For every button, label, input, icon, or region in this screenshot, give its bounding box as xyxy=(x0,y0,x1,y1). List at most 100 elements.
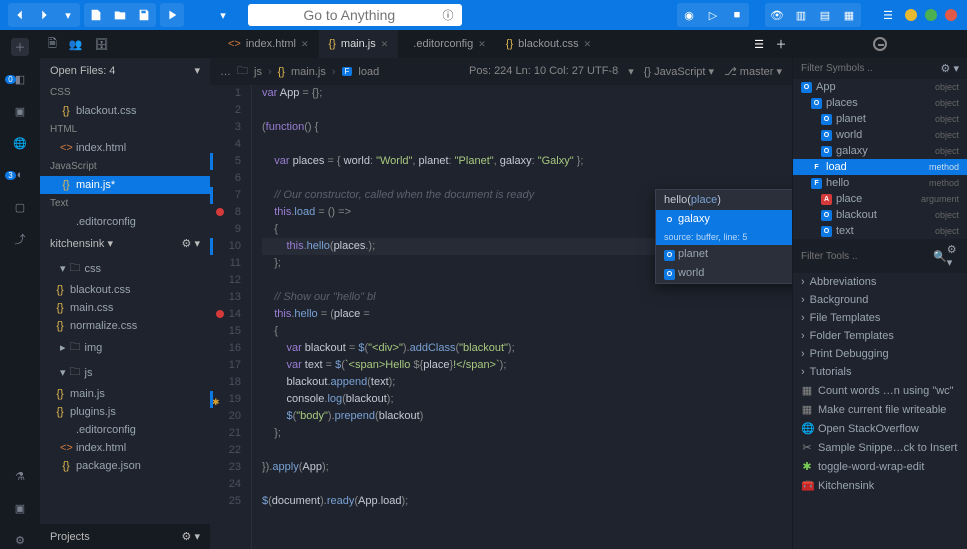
tool-category[interactable]: ›Abbreviations xyxy=(793,273,967,291)
file-item[interactable]: {}normalize.css xyxy=(40,317,210,335)
line-number[interactable]: 23 xyxy=(210,459,241,476)
line-number[interactable]: 10 xyxy=(210,238,241,255)
code-line[interactable]: }; xyxy=(262,425,792,442)
tool-category[interactable]: ›Print Debugging xyxy=(793,345,967,363)
tool-item[interactable]: ▦Count words …n using "wc" xyxy=(793,381,967,400)
lang-status[interactable]: {} JavaScript ▾ xyxy=(644,65,714,78)
line-number[interactable]: 20 xyxy=(210,408,241,425)
code-line[interactable]: blackout.append(text); xyxy=(262,374,792,391)
file-item[interactable]: {}plugins.js xyxy=(40,403,210,421)
line-number[interactable]: 8 xyxy=(210,204,241,221)
code-line[interactable] xyxy=(262,102,792,119)
crumb-symbol[interactable]: load xyxy=(358,66,379,78)
line-number[interactable]: ▏5 xyxy=(210,153,241,170)
close-tab-icon[interactable]: ✕ xyxy=(478,39,486,50)
play-button[interactable] xyxy=(161,4,183,26)
completion-item[interactable]: O planetobject xyxy=(656,245,792,264)
code-line[interactable]: var App = {}; xyxy=(262,85,792,102)
completion-item[interactable]: O worldobject xyxy=(656,264,792,283)
sb-users-icon[interactable]: 👥 xyxy=(69,38,83,51)
settings-icon[interactable]: ⚙ xyxy=(11,531,29,549)
line-number[interactable]: 22 xyxy=(210,442,241,459)
line-number[interactable]: 18 xyxy=(210,374,241,391)
new-tab-button[interactable]: ＋ xyxy=(770,33,792,55)
tab-list-button[interactable]: ☰ xyxy=(748,33,770,55)
add-button[interactable]: ＋ xyxy=(11,38,29,56)
crumb-js[interactable]: js xyxy=(254,66,262,78)
line-number[interactable]: 15 xyxy=(210,323,241,340)
tool-category[interactable]: ›Tutorials xyxy=(793,363,967,381)
line-number[interactable]: 17 xyxy=(210,357,241,374)
code-line[interactable] xyxy=(262,442,792,459)
completion-item[interactable]: O galaxyobject xyxy=(656,210,792,229)
line-number[interactable]: 1 xyxy=(210,85,241,102)
close-tab-icon[interactable]: ✕ xyxy=(381,39,389,50)
code-line[interactable] xyxy=(262,170,792,187)
open-file-item[interactable]: {}blackout.css xyxy=(40,102,210,120)
symbol-item[interactable]: Floadmethod xyxy=(793,159,967,175)
rail-item-6[interactable]: ⤴ xyxy=(11,230,29,248)
folder-item[interactable]: ▾🗀css xyxy=(40,256,210,281)
folder-item[interactable]: ▾🗀js xyxy=(40,360,210,385)
record-button[interactable]: ◉ xyxy=(678,4,700,26)
editor-tab[interactable]: <>index.html✕ xyxy=(218,30,319,58)
breakpoint-icon[interactable] xyxy=(216,208,224,216)
open-file-item[interactable]: .editorconfig xyxy=(40,213,210,231)
code-line[interactable]: this.hello = (place = xyxy=(262,306,792,323)
line-number[interactable]: 9 xyxy=(210,221,241,238)
line-number[interactable]: 24 xyxy=(210,476,241,493)
sb-db-icon[interactable]: 🗄 xyxy=(95,38,109,51)
goto-search[interactable]: ⓘ xyxy=(248,4,462,26)
encoding-dropdown[interactable]: ▾ xyxy=(628,65,634,78)
code-line[interactable]: $(document).ready(App.load); xyxy=(262,493,792,510)
beaker-icon[interactable]: ⚗ xyxy=(11,467,29,485)
tool-category[interactable]: ›Background xyxy=(793,291,967,309)
file-item[interactable]: {}blackout.css xyxy=(40,281,210,299)
line-number[interactable]: 3 xyxy=(210,119,241,136)
close-tab-icon[interactable]: ✕ xyxy=(584,39,592,50)
file-item[interactable]: .editorconfig xyxy=(40,421,210,439)
line-number[interactable]: 21 xyxy=(210,425,241,442)
crumb-ellipsis[interactable]: … xyxy=(220,66,231,78)
preview-button[interactable]: 👁 xyxy=(766,4,788,26)
code-line[interactable]: (function() { xyxy=(262,119,792,136)
tool-item[interactable]: ✂Sample Snippe…ck to Insert xyxy=(793,438,967,457)
code-line[interactable]: }).apply(App); xyxy=(262,459,792,476)
symbol-item[interactable]: OAppobject xyxy=(793,79,967,95)
tool-category[interactable]: ›File Templates xyxy=(793,309,967,327)
tools-filter-input[interactable] xyxy=(801,251,933,262)
minimize-button[interactable] xyxy=(905,9,917,21)
symbol-item[interactable]: Aplaceargument xyxy=(793,191,967,207)
panel-indicator[interactable] xyxy=(873,37,887,51)
open-files-header[interactable]: Open Files: 4▾ xyxy=(40,58,210,83)
code-line[interactable]: { xyxy=(262,323,792,340)
line-number[interactable]: 11 xyxy=(210,255,241,272)
play-macro-button[interactable]: ▷ xyxy=(702,4,724,26)
file-item[interactable]: {}package.json xyxy=(40,457,210,475)
line-number[interactable]: 4 xyxy=(210,136,241,153)
crumb-file[interactable]: main.js xyxy=(291,66,326,78)
split-v-button[interactable]: ▥ xyxy=(790,4,812,26)
toolbar-dropdown[interactable]: ▾ xyxy=(212,4,234,26)
split-h-button[interactable]: ▤ xyxy=(814,4,836,26)
symbol-item[interactable]: Oblackoutobject xyxy=(793,207,967,223)
line-number[interactable]: 6 xyxy=(210,170,241,187)
rail-item-4[interactable]: 3◐ xyxy=(11,166,29,184)
file-item[interactable]: <>index.html xyxy=(40,439,210,457)
line-number[interactable]: 13 xyxy=(210,289,241,306)
symbols-filter[interactable]: ⚙ ▾ xyxy=(793,58,967,79)
code-line[interactable]: var blackout = $("<div>").addClass("blac… xyxy=(262,340,792,357)
code-line[interactable]: console.log(blackout); xyxy=(262,391,792,408)
search-icon[interactable]: 🔍 xyxy=(933,250,947,263)
line-number[interactable]: 7 xyxy=(210,187,241,204)
symbol-item[interactable]: Fhellomethod xyxy=(793,175,967,191)
recent-dropdown[interactable]: ▾ xyxy=(57,4,79,26)
line-number[interactable]: 12 xyxy=(210,272,241,289)
symbol-item[interactable]: Otextobject xyxy=(793,223,967,239)
code-line[interactable]: // Show our "hello" bl xyxy=(262,289,792,306)
code-editor[interactable]: 1234▏56789101112131415161718✱19202122232… xyxy=(210,85,792,549)
menu-button[interactable]: ☰ xyxy=(877,4,899,26)
stop-button[interactable]: ■ xyxy=(726,4,748,26)
goto-input[interactable] xyxy=(256,7,443,23)
line-number[interactable]: 16 xyxy=(210,340,241,357)
